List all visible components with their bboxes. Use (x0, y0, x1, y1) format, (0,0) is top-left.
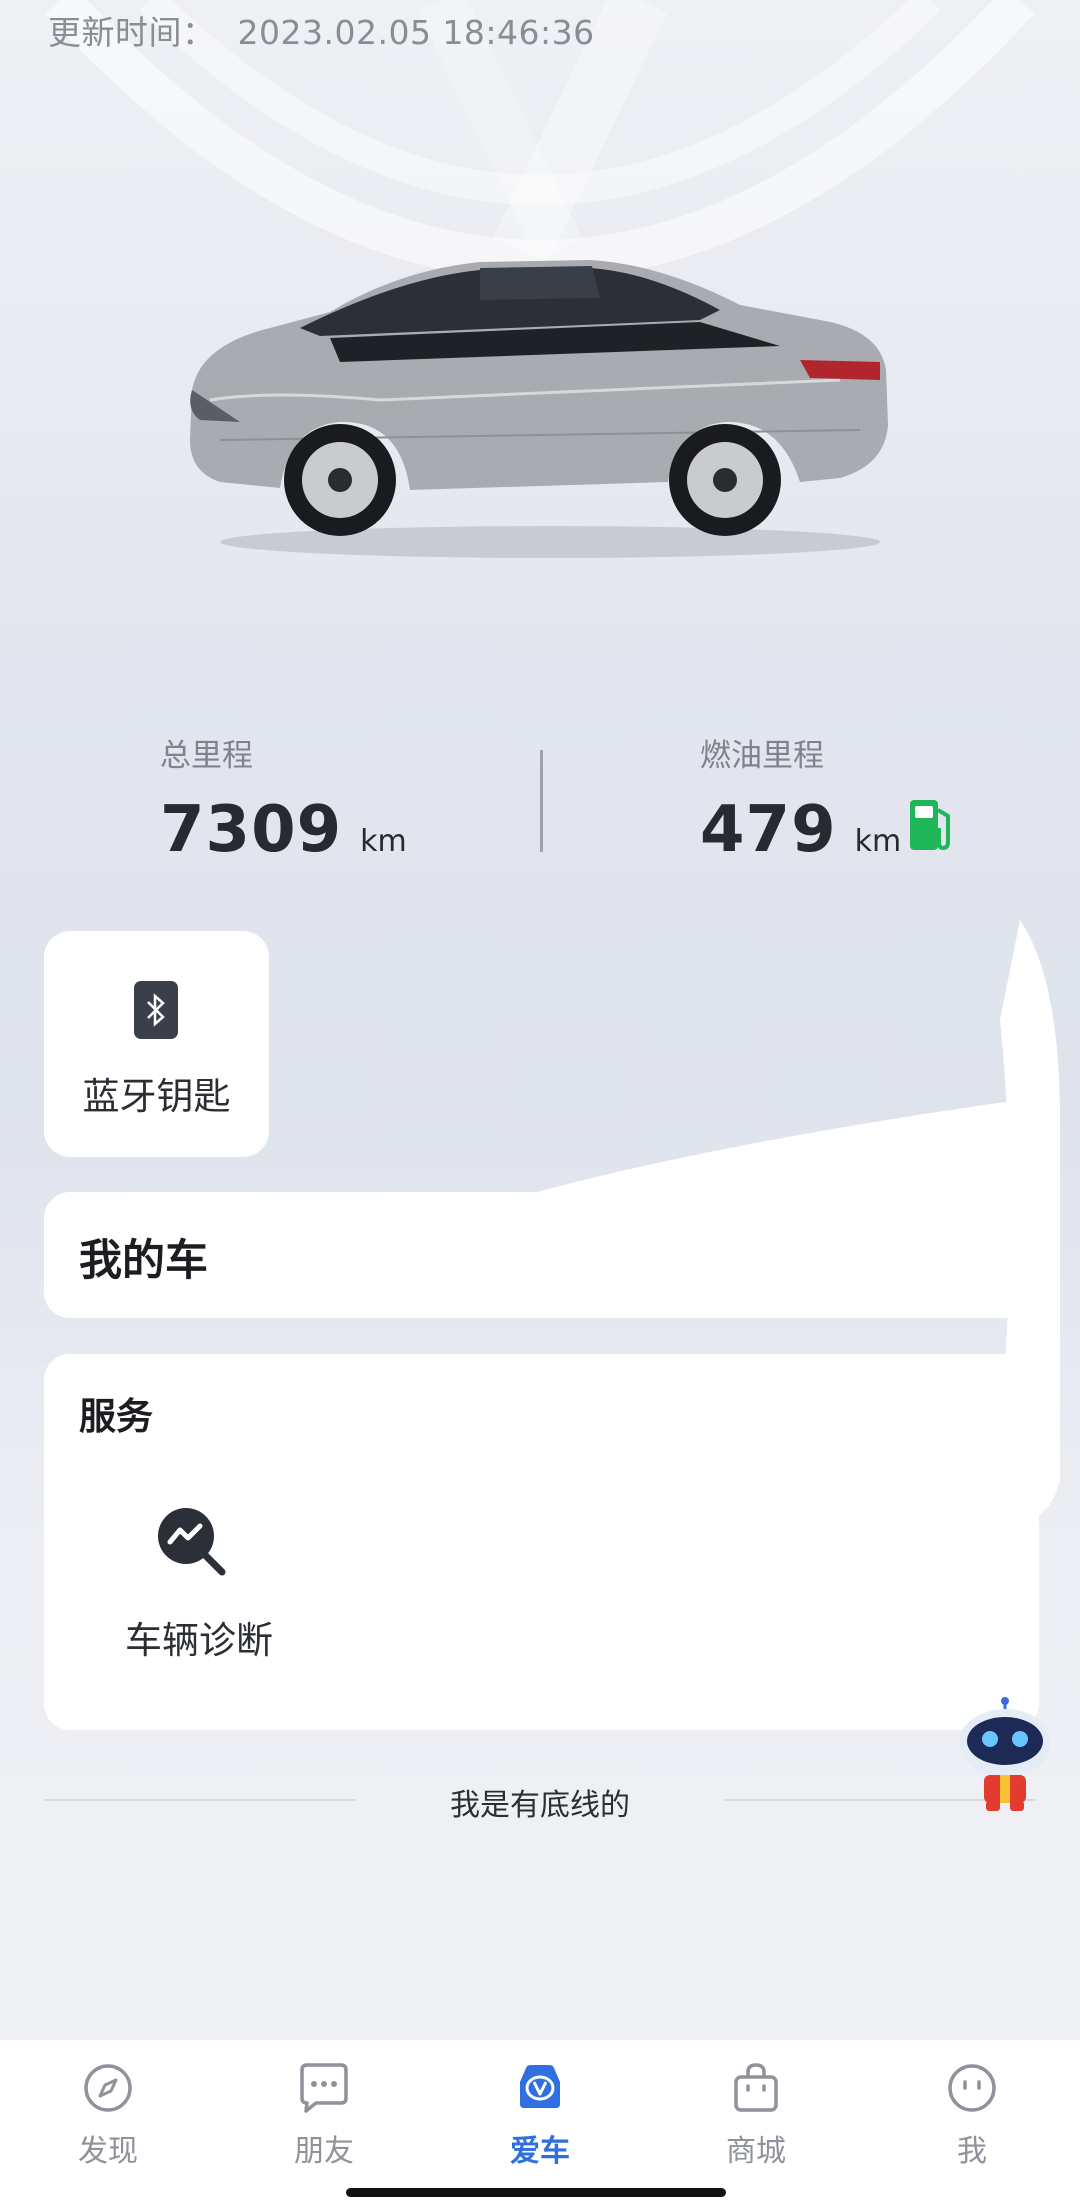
fuel-mileage-unit: km (854, 824, 902, 859)
list-end-text: 我是有底线的 (450, 1788, 630, 1823)
update-time-value: 2023.02.05 18:46:36 (237, 13, 595, 52)
compass-icon (84, 2064, 132, 2112)
my-car-title: 我的车 (79, 1236, 208, 1286)
bluetooth-icon (134, 981, 178, 1039)
total-mileage: 总里程 7309 km (160, 730, 407, 867)
bottom-tab-bar: 发现 朋友 爱车 商城 我 (0, 2040, 1080, 2211)
fuel-mileage-value: 479 (700, 793, 837, 867)
tab-me[interactable]: 我 (902, 2060, 1042, 2170)
tab-my-car[interactable]: 爱车 (470, 2060, 610, 2170)
tab-my-car-label: 爱车 (510, 2134, 570, 2169)
update-time-label: 更新时间： (48, 13, 216, 52)
vehicle-diagnosis-label: 车辆诊断 (125, 1619, 273, 1662)
shopping-bag-icon (734, 2063, 778, 2112)
car-image (190, 260, 888, 558)
total-mileage-unit: km (360, 824, 407, 859)
assistant-robot-icon[interactable] (950, 1695, 1060, 1815)
bluetooth-key-label: 蓝牙钥匙 (82, 1075, 231, 1118)
tab-mall-label: 商城 (726, 2134, 786, 2169)
chat-icon (300, 2063, 348, 2113)
list-end-indicator: 我是有底线的 (0, 1780, 1080, 1823)
tab-discover[interactable]: 发现 (38, 2060, 178, 2170)
stats-divider (540, 750, 543, 852)
fuel-mileage: 燃油里程 479 km (700, 730, 901, 867)
home-indicator[interactable] (346, 2188, 726, 2197)
fuel-pump-icon (910, 800, 950, 851)
service-card: 服务 车辆诊断 (44, 1354, 1039, 1730)
bluetooth-key-card[interactable]: 蓝牙钥匙 (44, 931, 269, 1157)
tab-me-label: 我 (957, 2134, 987, 2169)
car-v-icon (520, 2065, 560, 2108)
update-time: 更新时间： 2023.02.05 18:46:36 (48, 6, 595, 54)
tab-friends-label: 朋友 (294, 2134, 354, 2169)
tab-friends[interactable]: 朋友 (254, 2060, 394, 2170)
service-title: 服务 (79, 1395, 153, 1438)
tab-mall[interactable]: 商城 (686, 2060, 826, 2170)
total-mileage-label: 总里程 (160, 738, 253, 774)
diagnosis-magnifier-icon (158, 1508, 226, 1576)
my-car-card[interactable]: 我的车 (44, 1192, 1044, 1318)
tab-discover-label: 发现 (78, 2134, 138, 2169)
fuel-mileage-label: 燃油里程 (700, 738, 824, 774)
total-mileage-value: 7309 (160, 793, 343, 867)
face-icon (948, 2064, 996, 2112)
